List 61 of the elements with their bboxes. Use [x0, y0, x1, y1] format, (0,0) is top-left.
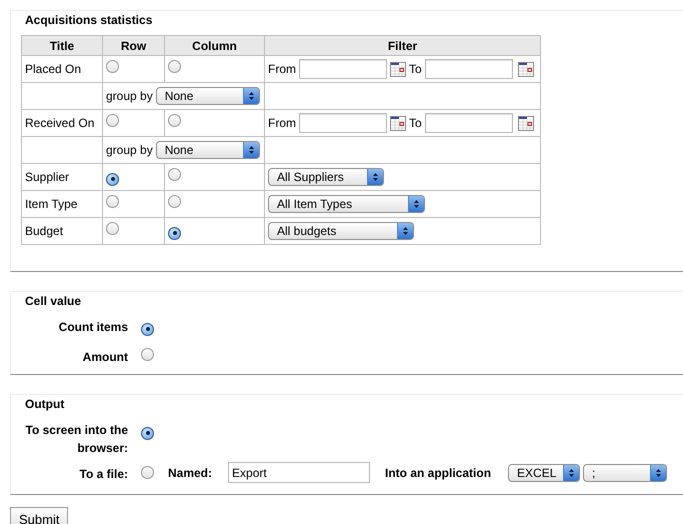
- dropdown-arrows-icon: [248, 145, 255, 155]
- date-field[interactable]: [424, 59, 513, 79]
- table-cell: Placed On: [25, 62, 82, 76]
- calendar-icon[interactable]: [390, 116, 406, 130]
- dropdown[interactable]: EXCEL: [508, 464, 580, 482]
- radio-button[interactable]: [106, 114, 119, 127]
- radio-button[interactable]: [168, 114, 181, 127]
- section-title: Cell value: [25, 294, 82, 308]
- application-label: Into an application: [385, 464, 492, 482]
- column-header: Row: [120, 38, 146, 52]
- table-cell: Item Type: [25, 197, 78, 211]
- dropdown-arrows-icon: [568, 468, 576, 478]
- option-label: To screen into the browser:: [24, 422, 128, 457]
- dropdown-arrows-icon: [655, 468, 662, 478]
- calendar-icon[interactable]: [518, 62, 534, 76]
- file-name-field[interactable]: Export: [228, 462, 370, 483]
- option-label: Amount: [82, 349, 128, 366]
- radio-button[interactable]: [168, 168, 181, 181]
- calendar-icon[interactable]: [390, 62, 406, 76]
- radio-button[interactable]: [141, 348, 154, 361]
- dropdown[interactable]: All Suppliers: [268, 168, 384, 186]
- radio-button[interactable]: [168, 60, 181, 73]
- radio-button[interactable]: [168, 195, 181, 208]
- dropdown[interactable]: All Item Types: [268, 195, 425, 213]
- calendar-icon[interactable]: [518, 116, 534, 130]
- to-label: To: [409, 115, 422, 132]
- radio-button[interactable]: [168, 226, 181, 240]
- dropdown[interactable]: None: [156, 87, 260, 105]
- dropdown-arrows-icon: [372, 172, 379, 182]
- from-label: From: [268, 115, 296, 132]
- date-field[interactable]: [424, 113, 513, 133]
- radio-button[interactable]: [106, 172, 119, 186]
- section-title: Acquisitions statistics: [25, 13, 152, 27]
- table-cell: Received On: [25, 116, 94, 130]
- column-header: Column: [192, 38, 237, 52]
- option-label: Count items: [58, 319, 128, 336]
- date-field[interactable]: [299, 113, 387, 133]
- from-label: From: [268, 61, 296, 78]
- table-cell: Budget: [25, 224, 64, 238]
- column-header: Title: [50, 38, 74, 52]
- dropdown-arrows-icon: [413, 199, 420, 209]
- dropdown[interactable]: All budgets: [268, 222, 414, 240]
- radio-button[interactable]: [141, 322, 154, 336]
- column-header: Filter: [388, 38, 418, 52]
- radio-button[interactable]: [106, 222, 119, 235]
- date-field[interactable]: [299, 59, 387, 79]
- group-by-label: group by: [106, 88, 153, 105]
- section-title: Output: [25, 397, 64, 411]
- radio-button[interactable]: [106, 60, 119, 73]
- group-by-label: group by: [106, 142, 153, 159]
- dropdown-arrows-icon: [248, 91, 255, 101]
- to-label: To: [409, 61, 422, 78]
- dropdown-arrows-icon: [402, 226, 409, 236]
- named-label: Named:: [168, 464, 212, 482]
- dropdown[interactable]: ;: [583, 464, 668, 482]
- dropdown[interactable]: None: [156, 141, 260, 159]
- option-label: To a file:: [78, 466, 128, 483]
- radio-button[interactable]: [141, 466, 154, 479]
- table-cell: Supplier: [25, 170, 70, 184]
- radio-button[interactable]: [141, 426, 154, 440]
- radio-button[interactable]: [106, 195, 119, 208]
